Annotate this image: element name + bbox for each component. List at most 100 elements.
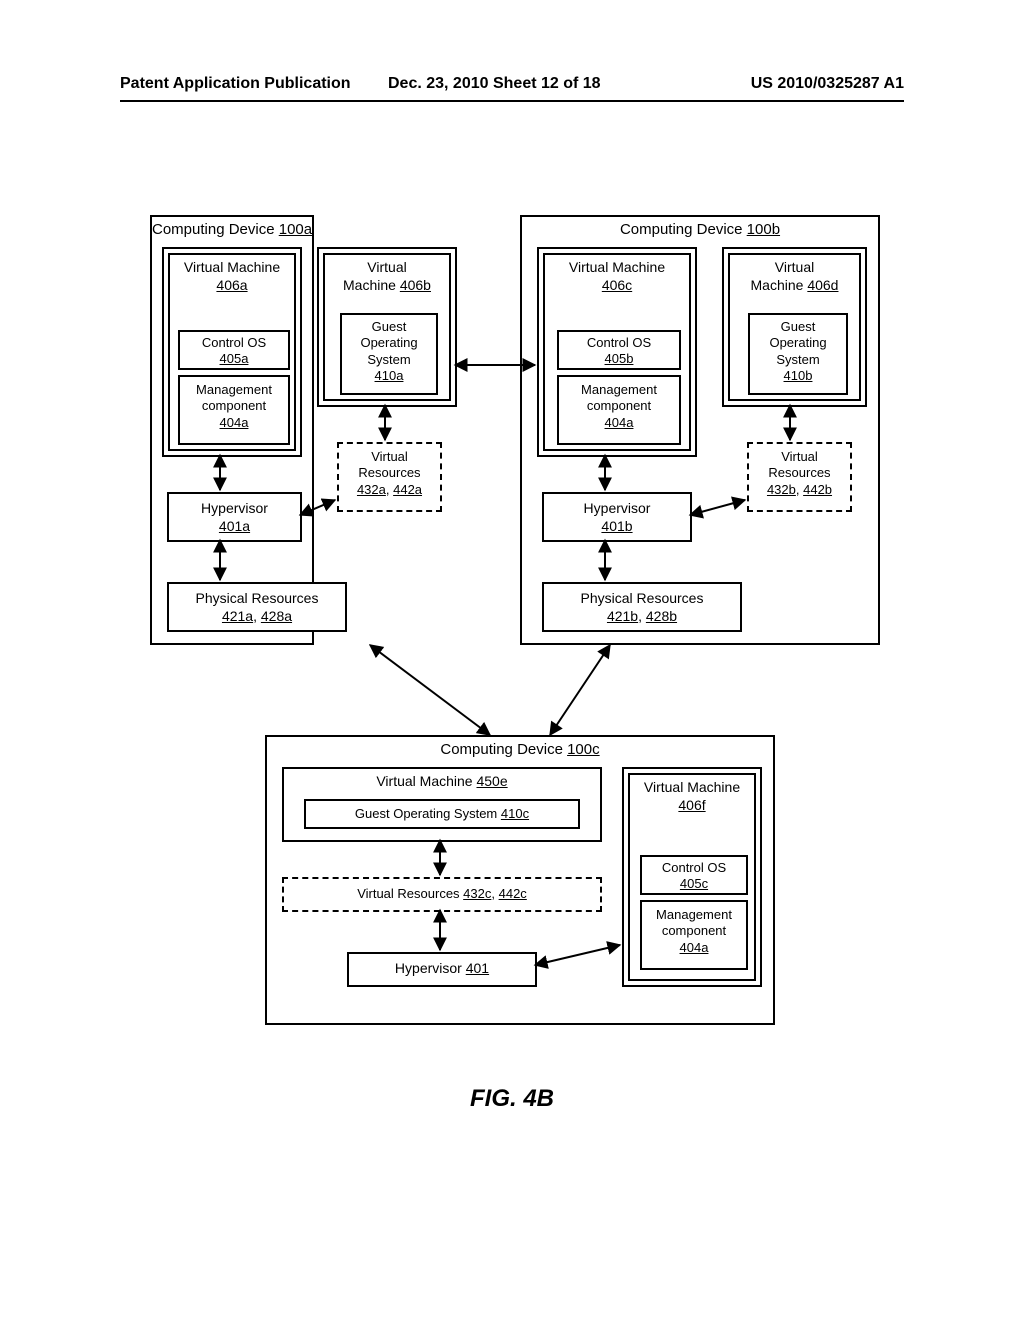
devA-guest-pre: Guest: [372, 319, 407, 334]
devA-ctrl-os: Control OS405a: [178, 330, 290, 370]
devA-guest-pre3: System: [367, 352, 410, 367]
devB-hyp-ref: 401b: [601, 518, 632, 534]
devB-mgmt: Managementcomponent 404a: [557, 375, 681, 445]
devC-mgmt-pre: Management: [656, 907, 732, 922]
devA-vm1-pre: Virtual Machine: [184, 259, 280, 275]
devA-phys-ref1: 421a: [222, 608, 253, 624]
devC-vres: Virtual Resources 432c, 442c: [282, 877, 602, 912]
devB-guest-pre3: System: [776, 352, 819, 367]
devA-vm2-pre2: Machine: [343, 277, 400, 293]
devA-ctrl-pre: Control OS: [202, 335, 266, 350]
devA-mgmt-pre: Management: [196, 382, 272, 397]
devB-vres-pre2: Resources: [768, 465, 830, 480]
devB-hyp: Hypervisor 401b: [542, 492, 692, 542]
devB-vres-ref2: 442b: [803, 482, 832, 497]
devB-guest-pre: Guest: [781, 319, 816, 334]
header-mid: Dec. 23, 2010 Sheet 12 of 18: [388, 75, 601, 93]
devA-vres-pre: Virtual: [371, 449, 408, 464]
devC-title: Computing Device: [440, 741, 567, 758]
devA-vm1-ref: 406a: [216, 277, 247, 293]
devA-vm2-pre: Virtual: [367, 259, 406, 275]
devB-title-ref: 100b: [747, 221, 780, 238]
devA-guest-pre2: Operating: [360, 335, 417, 350]
diagram-canvas: Computing Device 100a Virtual Machine406…: [150, 215, 880, 1035]
devB-mgmt-pre: Management: [581, 382, 657, 397]
devB-hyp-pre: Hypervisor: [584, 500, 651, 516]
devC-ctrl-os: Control OS405c: [640, 855, 748, 895]
devB-mgmt-pre2: component: [587, 398, 651, 413]
devA-phys-ref2: 428a: [261, 608, 292, 624]
devB-title: Computing Device: [620, 221, 747, 238]
devB-phys-pre: Physical Resources: [581, 590, 704, 606]
devC-gos-pre: Guest Operating System: [355, 806, 501, 821]
devC-ctrl-pre: Control OS: [662, 860, 726, 875]
devC-vres-pre: Virtual Resources: [357, 886, 463, 901]
devA-vm2-ref: 406b: [400, 277, 431, 293]
devC-vm2-pre: Virtual Machine: [644, 779, 740, 795]
devB-ctrl-pre: Control OS: [587, 335, 651, 350]
devC-vm2-ref: 406f: [678, 797, 705, 813]
header-right: US 2010/0325287 A1: [751, 75, 904, 93]
devA-vm1-inner: Virtual Machine 406a Control OS405a Manag…: [168, 253, 296, 451]
devB-vm1-inner: Virtual Machine 406c Control OS405b Manag…: [543, 253, 691, 451]
devB-vm1-ref: 406c: [602, 277, 632, 293]
devC-vm2-outer: Virtual Machine 406f Control OS405c Manag…: [622, 767, 762, 987]
devA-mgmt: Managementcomponent 404a: [178, 375, 290, 445]
devB-ctrl-ref: 405b: [605, 351, 634, 366]
devC-vres-sep: ,: [491, 886, 498, 901]
devC-vm1-pre: Virtual Machine: [376, 773, 476, 789]
devB-phys-ref2: 428b: [646, 608, 677, 624]
devB-vm2-outer: Virtual Machine 406d GuestOperating System…: [722, 247, 867, 407]
devC-gos: Guest Operating System 410c: [304, 799, 580, 829]
devC-hyp-pre: Hypervisor: [395, 960, 466, 976]
devC-ctrl-ref: 405c: [680, 876, 708, 891]
devC-mgmt-pre2: component: [662, 923, 726, 938]
devB-guest-pre2: Operating: [769, 335, 826, 350]
devB-phys: Physical Resources 421b, 428b: [542, 582, 742, 632]
devB-guest-ref: 410b: [784, 368, 813, 383]
devB-vres-pre: Virtual: [781, 449, 818, 464]
device-a: Computing Device 100a Virtual Machine 406…: [150, 215, 314, 645]
devC-title-ref: 100c: [567, 741, 600, 758]
devB-vres-ref1: 432b: [767, 482, 796, 497]
devC-hyp: Hypervisor 401: [347, 952, 537, 987]
device-b: Computing Device 100b Virtual Machine406…: [520, 215, 880, 645]
device-c: Computing Device 100c Virtual Machine 45…: [265, 735, 775, 1025]
devA-phys-sep: ,: [253, 608, 261, 624]
devB-phys-sep: ,: [638, 608, 646, 624]
figure-caption: FIG. 4B: [0, 1085, 1024, 1113]
devB-vm2-ref: 406d: [807, 277, 838, 293]
devA-mgmt-ref: 404a: [220, 415, 249, 430]
devB-guest-os: GuestOperating System410b: [748, 313, 848, 395]
page-root: Patent Application Publication Dec. 23, …: [0, 0, 1024, 1320]
devB-vm1-pre: Virtual Machine: [569, 259, 665, 275]
devA-hyp-pre: Hypervisor: [201, 500, 268, 516]
devA-title: Computing Device: [152, 221, 279, 238]
devA-guest-ref: 410a: [375, 368, 404, 383]
devA-guest-os: GuestOperating System410a: [340, 313, 438, 395]
devC-vm2-inner: Virtual Machine 406f Control OS405c Manag…: [628, 773, 756, 981]
devA-phys-pre: Physical Resources: [196, 590, 319, 606]
devB-vm1-outer: Virtual Machine 406c Control OS405b Manag…: [537, 247, 697, 457]
devA-hyp-ref: 401a: [219, 518, 250, 534]
devC-gos-ref: 410c: [501, 806, 529, 821]
devB-vres: VirtualResources432b, 442b: [747, 442, 852, 512]
devB-phys-ref1: 421b: [607, 608, 638, 624]
devB-vm2-inner: Virtual Machine 406d GuestOperating System…: [728, 253, 861, 401]
devA-vm2-inner: Virtual Machine 406b GuestOperating System…: [323, 253, 451, 401]
devC-vres-ref2: 442c: [499, 886, 527, 901]
devB-mgmt-ref: 404a: [605, 415, 634, 430]
devA-title-ref: 100a: [279, 221, 312, 238]
header-left: Patent Application Publication: [120, 75, 351, 93]
devC-vm1: Virtual Machine 450e Guest Operating Sys…: [282, 767, 602, 842]
devA-vm2-outer: Virtual Machine 406b GuestOperating System…: [317, 247, 457, 407]
devC-mgmt-ref: 404a: [680, 940, 709, 955]
devB-vm2-pre: Virtual: [775, 259, 814, 275]
devB-vm2-pre2: Machine: [751, 277, 808, 293]
devA-ctrl-ref: 405a: [220, 351, 249, 366]
devA-mgmt-pre2: component: [202, 398, 266, 413]
devC-mgmt: Managementcomponent 404a: [640, 900, 748, 970]
devC-vres-ref1: 432c: [463, 886, 491, 901]
devA-phys: Physical Resources 421a, 428a: [167, 582, 347, 632]
devA-hyp: Hypervisor 401a: [167, 492, 302, 542]
